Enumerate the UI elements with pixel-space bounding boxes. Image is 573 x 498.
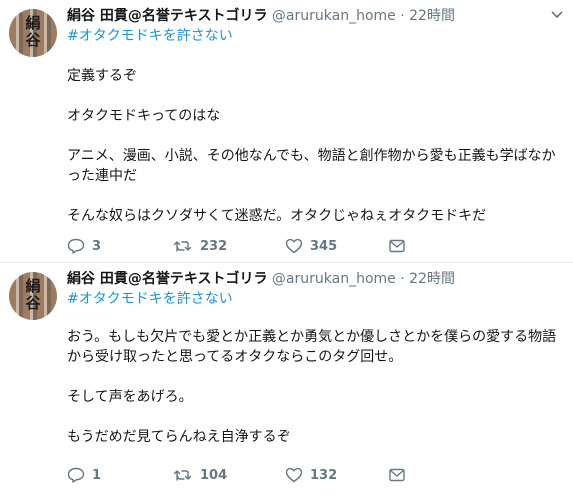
- direct-message-button[interactable]: [389, 239, 405, 253]
- direct-message-button[interactable]: [389, 468, 405, 482]
- timestamp[interactable]: 22時間: [409, 271, 455, 287]
- tweet-paragraph: そして声をあげろ。: [67, 389, 193, 405]
- retweet-count: 104: [200, 467, 228, 483]
- reply-button[interactable]: 3: [67, 238, 173, 254]
- tweet-actions: 3 232 345: [67, 236, 405, 256]
- heart-icon: [285, 238, 303, 254]
- tweet-paragraph: オタクモドキってのはな: [67, 108, 221, 124]
- author-name[interactable]: 絹谷 田貫@名誉テキストゴリラ: [67, 8, 267, 24]
- chevron-down-icon: [551, 11, 563, 19]
- avatar-text: 絹 谷: [25, 14, 41, 49]
- tweet-paragraph: おう。もしも欠片でも愛とか正義とか勇気とか優しさとかを僕らの愛する物語から受け取…: [67, 329, 557, 365]
- tweet-header: 絹谷 田貫@名誉テキストゴリラ @arurukan_home · 22時間: [67, 7, 543, 25]
- like-count: 345: [310, 238, 338, 254]
- author-handle[interactable]: @arurukan_home: [272, 271, 396, 287]
- avatar[interactable]: 絹 谷: [9, 272, 57, 320]
- tweet-actions: 1 104 132: [67, 465, 405, 485]
- retweet-count: 232: [200, 238, 228, 254]
- reply-icon: [67, 467, 85, 483]
- tweet-header: 絹谷 田貫@名誉テキストゴリラ @arurukan_home · 22時間: [67, 270, 543, 288]
- retweet-icon: [173, 241, 192, 252]
- tweet-paragraph: もうだめだ見てらんねえ自浄するぞ: [67, 429, 291, 445]
- tweet-paragraph: そんな奴らはクソダサくて迷惑だ。オタクじゃねぇオタクモドキだ: [67, 208, 487, 224]
- avatar-text: 絹 谷: [25, 277, 41, 312]
- tweet-text: 定義するぞ オタクモドキってのはな アニメ、漫画、小説、その他なんでも、物語と創…: [67, 66, 560, 246]
- tweet[interactable]: 絹 谷 絹谷 田貫@名誉テキストゴリラ @arurukan_home · 22時…: [0, 263, 573, 498]
- reply-button[interactable]: 1: [67, 467, 173, 483]
- like-button[interactable]: 132: [285, 467, 389, 483]
- separator-dot: ·: [400, 8, 405, 24]
- hashtag-link[interactable]: #オタクモドキを許さない: [67, 289, 233, 309]
- more-options-button[interactable]: [551, 8, 563, 23]
- reply-icon: [67, 238, 85, 254]
- reply-count: 1: [92, 467, 102, 483]
- like-count: 132: [310, 467, 338, 483]
- tweet-paragraph: 定義するぞ: [67, 68, 137, 84]
- envelope-icon: [389, 239, 405, 253]
- tweet[interactable]: 絹 谷 絹谷 田貫@名誉テキストゴリラ @arurukan_home · 22時…: [0, 0, 573, 263]
- tweet-text: おう。もしも欠片でも愛とか正義とか勇気とか優しさとかを僕らの愛する物語から受け取…: [67, 327, 560, 467]
- retweet-icon: [173, 470, 192, 481]
- reply-count: 3: [92, 238, 102, 254]
- tweet-paragraph: アニメ、漫画、小説、その他なんでも、物語と創作物から愛も正義も学ばなかった連中だ: [67, 148, 556, 184]
- avatar[interactable]: 絹 谷: [9, 9, 57, 57]
- separator-dot: ·: [400, 271, 405, 287]
- like-button[interactable]: 345: [285, 238, 389, 254]
- retweet-button[interactable]: 104: [173, 468, 285, 483]
- envelope-icon: [389, 468, 405, 482]
- retweet-button[interactable]: 232: [173, 239, 285, 254]
- timestamp[interactable]: 22時間: [409, 8, 455, 24]
- heart-icon: [285, 467, 303, 483]
- author-name[interactable]: 絹谷 田貫@名誉テキストゴリラ: [67, 271, 267, 287]
- author-handle[interactable]: @arurukan_home: [272, 8, 396, 24]
- hashtag-link[interactable]: #オタクモドキを許さない: [67, 26, 233, 46]
